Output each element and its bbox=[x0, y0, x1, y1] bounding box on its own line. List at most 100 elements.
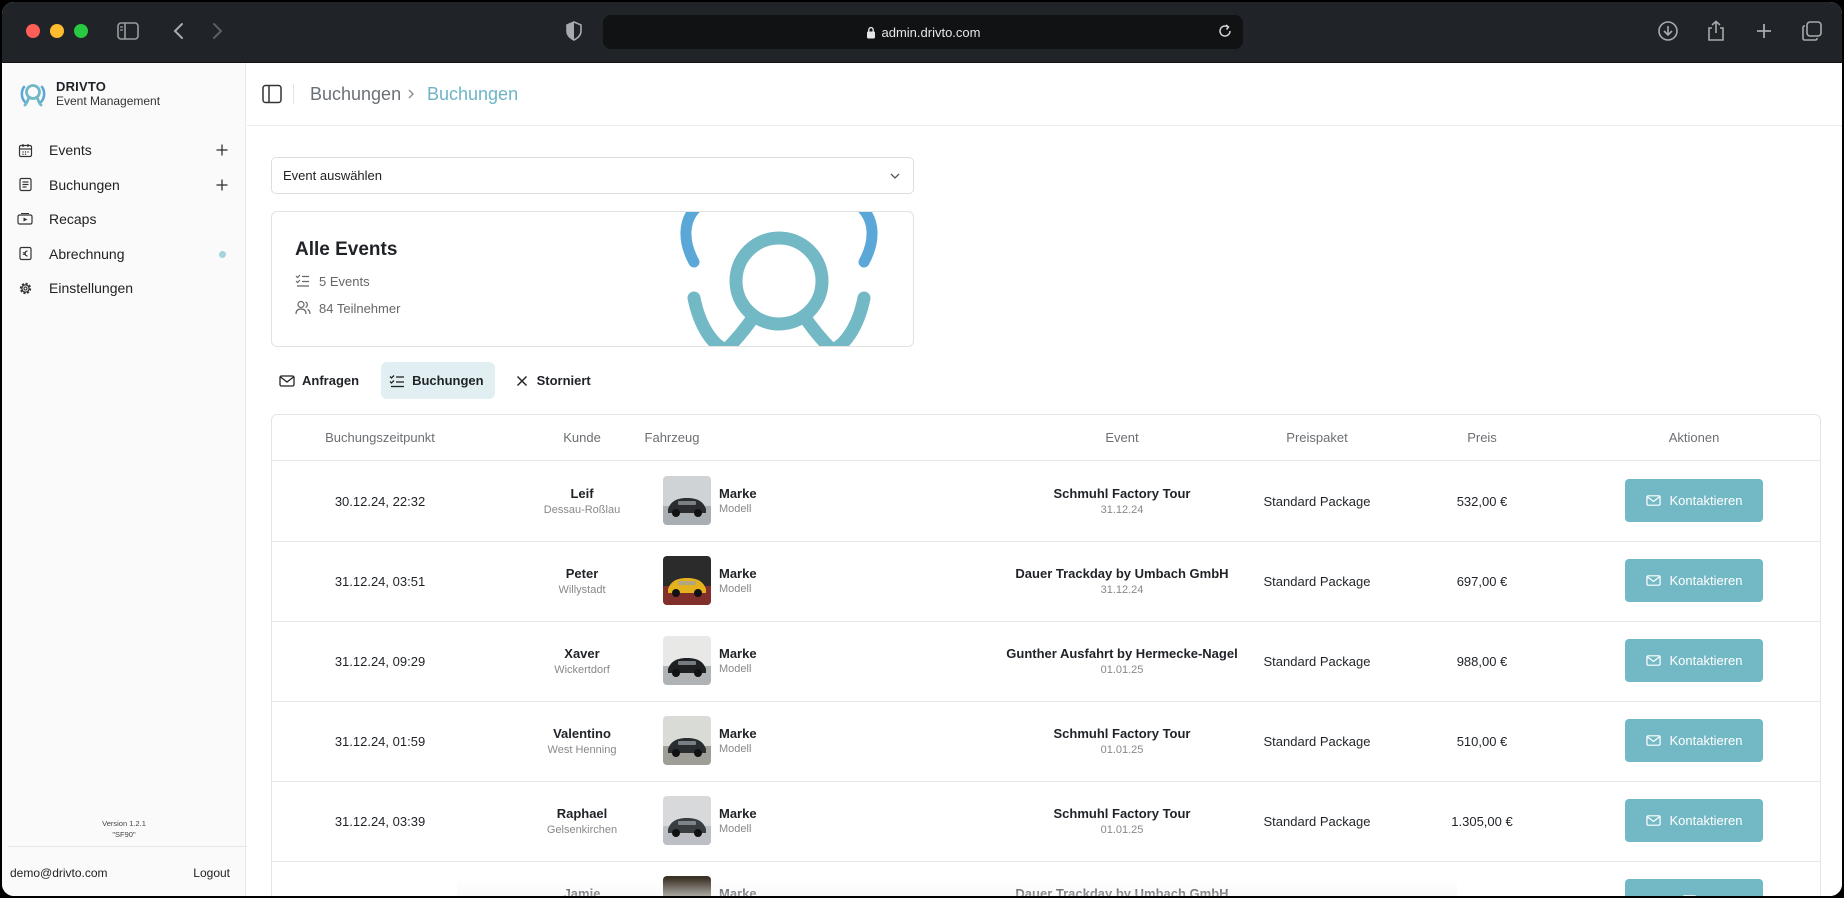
share-icon[interactable] bbox=[1704, 19, 1728, 43]
brand-title: DRIVTO bbox=[56, 79, 107, 94]
mail-icon bbox=[1645, 733, 1662, 749]
forward-icon[interactable] bbox=[205, 19, 229, 43]
table-row[interactable]: 31.12.24, 03:39 Raphael Gelsenkirchen Ma… bbox=[272, 782, 1820, 862]
video-icon bbox=[16, 210, 34, 228]
customer-name: Valentino bbox=[553, 726, 611, 741]
contact-button[interactable]: Kontaktieren bbox=[1625, 639, 1763, 682]
contact-button-label: Kontaktieren bbox=[1669, 493, 1743, 508]
price: 1.305,00 € bbox=[1451, 814, 1513, 829]
shield-icon[interactable] bbox=[562, 19, 586, 43]
tab-anfragen[interactable]: Anfragen bbox=[271, 362, 370, 399]
gear-icon bbox=[16, 279, 34, 297]
vehicle-brand: Marke bbox=[719, 806, 757, 821]
sidebar-item-einstellungen[interactable]: Einstellungen bbox=[2, 271, 246, 306]
drivto-watermark-icon bbox=[680, 212, 878, 346]
brand-subtitle: Event Management bbox=[56, 94, 161, 108]
customer-city: Gelsenkirchen bbox=[546, 824, 618, 836]
contact-button-label: Kontaktieren bbox=[1669, 733, 1743, 748]
contact-button-label: Kontaktieren bbox=[1669, 653, 1743, 668]
vehicle-thumbnail bbox=[663, 796, 711, 845]
table-row[interactable]: 31.12.24, 09:29 Xaver Wickertdorf Marke … bbox=[272, 622, 1820, 702]
contact-button-label: Kontaktieren bbox=[1669, 573, 1743, 588]
sidebar-toggle-icon[interactable] bbox=[116, 19, 140, 43]
logout-button[interactable]: Logout bbox=[193, 866, 230, 880]
contact-button[interactable]: Kontaktieren bbox=[1625, 479, 1763, 522]
add-event-icon[interactable] bbox=[214, 142, 230, 158]
add-booking-icon[interactable] bbox=[214, 177, 230, 193]
sidebar-item-abrechnung[interactable]: Abrechnung bbox=[2, 237, 246, 272]
tab-storniert[interactable]: Storniert bbox=[506, 362, 602, 399]
euro-receipt-icon bbox=[16, 245, 34, 263]
customer-cell: Valentino West Henning bbox=[472, 726, 692, 758]
sidebar-item-label: Buchungen bbox=[49, 176, 120, 193]
tab-buchungen[interactable]: Buchungen bbox=[381, 362, 495, 399]
reload-icon[interactable] bbox=[1217, 23, 1233, 42]
main-content: Buchungen Buchungen Event auswählen Alle… bbox=[247, 63, 1842, 896]
contact-button[interactable]: Kontaktieren bbox=[1625, 559, 1763, 602]
price-package: Standard Package bbox=[1263, 494, 1371, 509]
event-name[interactable]: Dauer Trackday by Umbach GmbH bbox=[932, 886, 1312, 896]
back-icon[interactable] bbox=[167, 19, 191, 43]
mail-icon bbox=[1645, 573, 1662, 589]
mail-icon bbox=[1645, 813, 1662, 829]
table-header: Buchungszeitpunkt Kunde Fahrzeug Event P… bbox=[272, 415, 1820, 461]
vehicle-model: Modell bbox=[719, 663, 752, 675]
table-row[interactable]: Jamie Marke Dauer Trackday by Umbach Gmb… bbox=[272, 862, 1820, 896]
close-window-button[interactable] bbox=[26, 24, 40, 38]
mail-icon bbox=[1645, 653, 1662, 669]
chevron-right-icon bbox=[407, 87, 415, 105]
browser-window: admin.drivto.com DRIVTO Event Management… bbox=[2, 2, 1842, 896]
download-icon[interactable] bbox=[1656, 19, 1680, 43]
column-header-time[interactable]: Buchungszeitpunkt bbox=[272, 430, 488, 445]
column-header-vehicle[interactable]: Fahrzeug bbox=[612, 430, 732, 445]
tab-label: Storniert bbox=[536, 373, 591, 388]
participants-count: 84 Teilnehmer bbox=[319, 300, 401, 316]
sidebar-item-recaps[interactable]: Recaps bbox=[2, 202, 246, 237]
contact-button-label: Kontaktieren bbox=[1669, 813, 1743, 828]
vehicle-brand: Marke bbox=[719, 726, 757, 741]
new-tab-icon[interactable] bbox=[1752, 19, 1776, 43]
sidebar-item-label: Abrechnung bbox=[49, 245, 125, 262]
event-select-value: Event auswählen bbox=[283, 168, 383, 183]
mail-icon bbox=[279, 373, 295, 389]
sidebar-collapse-icon[interactable] bbox=[262, 84, 282, 109]
booking-time: 31.12.24, 09:29 bbox=[334, 654, 426, 669]
contact-button[interactable]: Kontaktieren bbox=[1625, 799, 1763, 842]
column-header-price[interactable]: Preis bbox=[1422, 430, 1542, 445]
price-package: Standard Package bbox=[1263, 654, 1371, 669]
version-info: Version 1.2.1 "SF90" bbox=[2, 818, 246, 840]
customer-city: West Henning bbox=[547, 744, 617, 756]
vehicle-brand: Marke bbox=[719, 886, 757, 896]
customer-name: Xaver bbox=[564, 646, 600, 661]
sidebar-item-buchungen[interactable]: Buchungen bbox=[2, 168, 246, 203]
booking-tabs: Anfragen Buchungen Storniert bbox=[271, 362, 613, 399]
brand[interactable]: DRIVTO Event Management bbox=[18, 79, 160, 109]
vehicle-model: Modell bbox=[719, 503, 752, 515]
table-row[interactable]: 31.12.24, 01:59 Valentino West Henning M… bbox=[272, 702, 1820, 782]
customer-cell: Peter Willystadt bbox=[472, 566, 692, 598]
contact-button[interactable]: Kontaktieren bbox=[1625, 719, 1763, 762]
vehicle-thumbnail bbox=[663, 716, 711, 765]
breadcrumb-parent[interactable]: Buchungen bbox=[310, 84, 401, 105]
table-row[interactable]: 31.12.24, 03:51 Peter Willystadt Marke M… bbox=[272, 542, 1820, 622]
column-header-package[interactable]: Preispaket bbox=[1252, 430, 1382, 445]
tab-overview-icon[interactable] bbox=[1800, 19, 1824, 43]
sidebar-footer: demo@drivto.com Logout bbox=[8, 846, 252, 896]
vehicle-thumbnail bbox=[663, 636, 711, 685]
vehicle-cell: Marke Modell bbox=[663, 476, 803, 526]
vehicle-brand: Marke bbox=[719, 566, 757, 581]
minimize-window-button[interactable] bbox=[50, 24, 64, 38]
table-row[interactable]: 30.12.24, 22:32 Leif Dessau-Roßlau Marke… bbox=[272, 462, 1820, 542]
event-select[interactable]: Event auswählen bbox=[271, 157, 914, 194]
sidebar-item-label: Events bbox=[49, 142, 92, 159]
contact-button[interactable] bbox=[1625, 879, 1763, 896]
participants-count-row: 84 Teilnehmer bbox=[295, 300, 400, 316]
address-bar[interactable]: admin.drivto.com bbox=[603, 15, 1243, 49]
list-check-icon bbox=[389, 373, 405, 389]
events-count-row: 5 Events bbox=[295, 273, 370, 289]
zoom-window-button[interactable] bbox=[74, 24, 88, 38]
version-code: "SF90" bbox=[112, 830, 136, 839]
vehicle-thumbnail bbox=[663, 556, 711, 605]
sidebar-item-events[interactable]: Events bbox=[2, 133, 246, 168]
x-icon bbox=[514, 373, 530, 389]
